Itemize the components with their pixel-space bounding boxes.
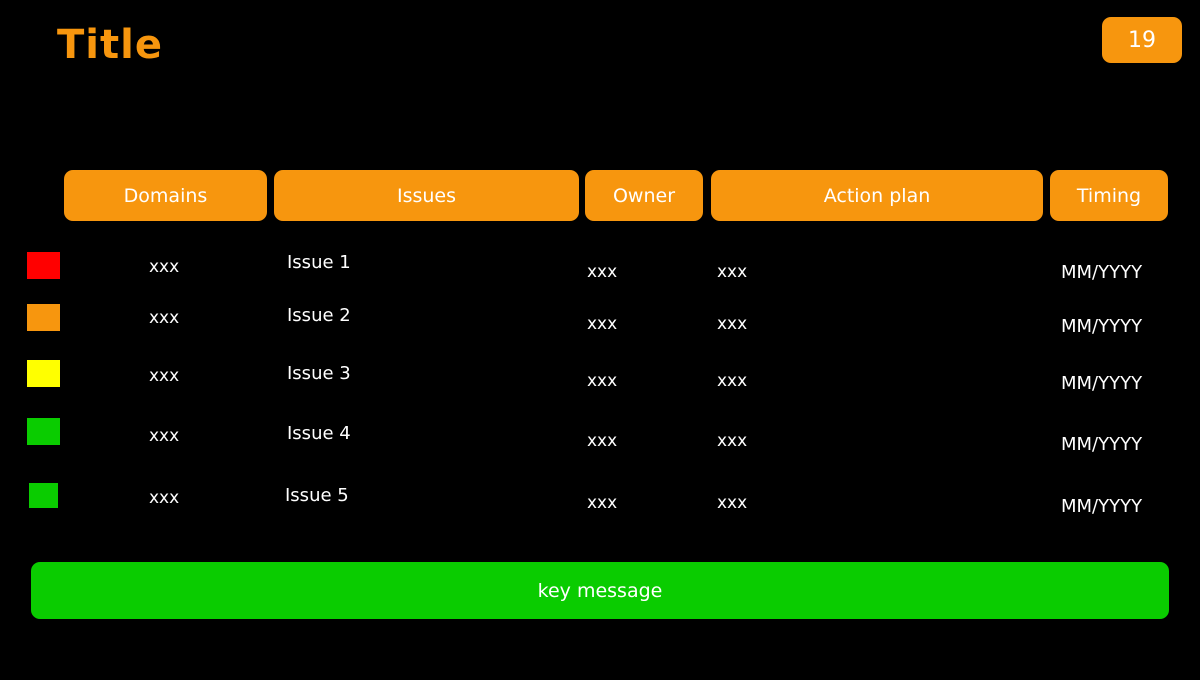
cell-action-plan: xxx [717, 371, 748, 391]
cell-action-plan: xxx [717, 431, 748, 451]
column-header-timing[interactable]: Timing [1050, 170, 1168, 221]
slide-number-badge: 19 [1102, 17, 1182, 63]
cell-issue: Issue 3 [287, 363, 351, 384]
cell-issue: Issue 4 [287, 423, 351, 444]
table-row[interactable]: xxx Issue 4 xxx xxx MM/YYYY [0, 411, 1200, 470]
column-header-owner-label: Owner [612, 184, 676, 207]
column-header-domains[interactable]: Domains [64, 170, 267, 221]
key-message-banner[interactable]: key message [31, 562, 1169, 619]
column-header-timing-label: Timing [1076, 184, 1142, 207]
table-row[interactable]: xxx Issue 1 xxx xxx MM/YYYY [0, 235, 1200, 294]
status-indicator-icon [29, 483, 58, 508]
cell-domain: xxx [149, 257, 180, 277]
cell-issue: Issue 5 [285, 485, 349, 506]
cell-timing: MM/YYYY [1061, 434, 1143, 455]
status-indicator-icon [27, 304, 60, 331]
cell-timing: MM/YYYY [1061, 316, 1143, 337]
status-indicator-icon [27, 252, 60, 279]
cell-domain: xxx [149, 366, 180, 386]
cell-timing: MM/YYYY [1061, 496, 1143, 517]
cell-domain: xxx [149, 426, 180, 446]
table-header-row: Domains Issues Owner Action plan Timing [0, 170, 1200, 221]
cell-owner: xxx [587, 314, 618, 334]
column-header-domains-label: Domains [123, 184, 208, 207]
table-row[interactable]: xxx Issue 5 xxx xxx MM/YYYY [0, 470, 1200, 529]
cell-action-plan: xxx [717, 262, 748, 282]
cell-domain: xxx [149, 488, 180, 508]
column-header-issues-label: Issues [396, 184, 457, 207]
table-body: xxx Issue 1 xxx xxx MM/YYYY xxx Issue 2 … [0, 235, 1200, 529]
column-header-owner[interactable]: Owner [585, 170, 703, 221]
status-indicator-icon [27, 418, 60, 445]
cell-action-plan: xxx [717, 314, 748, 334]
cell-owner: xxx [587, 493, 618, 513]
cell-domain: xxx [149, 308, 180, 328]
table-row[interactable]: xxx Issue 2 xxx xxx MM/YYYY [0, 294, 1200, 352]
cell-timing: MM/YYYY [1061, 373, 1143, 394]
column-header-action-plan-label: Action plan [823, 184, 931, 207]
column-header-issues[interactable]: Issues [274, 170, 579, 221]
cell-issue: Issue 1 [287, 252, 351, 273]
status-indicator-icon [27, 360, 60, 387]
cell-owner: xxx [587, 431, 618, 451]
key-message-label: key message [537, 579, 663, 602]
slide-number-label: 19 [1128, 27, 1156, 53]
table-row[interactable]: xxx Issue 3 xxx xxx MM/YYYY [0, 352, 1200, 411]
cell-owner: xxx [587, 371, 618, 391]
cell-action-plan: xxx [717, 493, 748, 513]
cell-issue: Issue 2 [287, 305, 351, 326]
page-title: Title [57, 22, 163, 68]
column-header-action-plan[interactable]: Action plan [711, 170, 1043, 221]
cell-owner: xxx [587, 262, 618, 282]
cell-timing: MM/YYYY [1061, 262, 1143, 283]
